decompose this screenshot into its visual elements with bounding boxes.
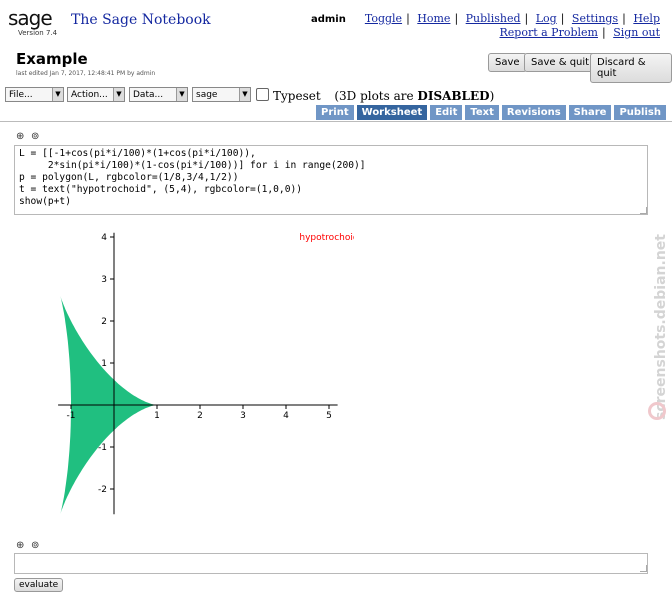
insert-cell-icon[interactable]: ⊕ — [16, 540, 24, 551]
watermark: screenshots.debian.net — [653, 234, 669, 420]
y-tick-label: -1 — [98, 443, 107, 453]
y-tick-label: 2 — [101, 317, 107, 327]
nav-log[interactable]: Log — [536, 12, 557, 25]
nav-toggle[interactable]: Toggle — [365, 12, 402, 25]
chevron-down-icon: ▼ — [176, 88, 187, 101]
last-edited-label: last edited Jan 7, 2017, 12:48:41 PM by … — [16, 70, 156, 77]
chevron-down-icon: ▼ — [239, 88, 250, 101]
evaluate-button[interactable]: evaluate — [14, 578, 64, 592]
view-tabs: Print Worksheet Edit Text Revisions Shar… — [316, 105, 666, 120]
chevron-down-icon: ▼ — [113, 88, 124, 101]
worksheet-title[interactable]: Example — [16, 50, 88, 68]
resize-handle-icon[interactable] — [640, 565, 647, 572]
y-tick-label: 3 — [101, 275, 107, 285]
x-tick-label: -1 — [67, 411, 76, 421]
nav-home[interactable]: Home — [417, 12, 450, 25]
save-button[interactable]: Save — [488, 53, 527, 72]
tab-print[interactable]: Print — [316, 105, 354, 120]
username: admin — [310, 14, 346, 25]
typeset-label: Typeset — [273, 89, 321, 103]
discard-quit-button[interactable]: Discard & quit — [590, 53, 672, 83]
file-menu-label: File... — [9, 90, 33, 100]
x-tick-label: 3 — [240, 411, 246, 421]
toolbar-divider — [0, 121, 672, 122]
tab-worksheet[interactable]: Worksheet — [356, 105, 428, 120]
y-tick-label: -2 — [98, 485, 107, 495]
system-select[interactable]: sage ▼ — [192, 87, 251, 102]
x-tick-label: 5 — [326, 411, 332, 421]
insert-cell-icon[interactable]: ⊕ — [16, 131, 24, 142]
typeset-toggle[interactable]: Typeset (3D plots are DISABLED) — [256, 88, 494, 103]
insert-text-icon[interactable]: ⊚ — [31, 131, 39, 142]
top-nav: admin Toggle | Home | Published | Log | Sett… — [310, 12, 660, 39]
version-label: Version 7.4 — [18, 29, 58, 37]
data-menu-label: Data... — [133, 90, 164, 100]
y-tick-label: 1 — [101, 359, 107, 369]
data-menu[interactable]: Data... ▼ — [129, 87, 188, 102]
resize-handle-icon[interactable] — [640, 207, 647, 214]
system-select-label: sage — [196, 90, 218, 100]
x-tick-label: 1 — [154, 411, 160, 421]
debian-swirl-icon — [648, 402, 666, 420]
nav-sign-out[interactable]: Sign out — [613, 26, 660, 39]
typeset-checkbox[interactable] — [256, 88, 269, 101]
action-menu[interactable]: Action... ▼ — [67, 87, 125, 102]
chevron-down-icon: ▼ — [52, 88, 63, 101]
nav-settings[interactable]: Settings — [572, 12, 618, 25]
sage-logo[interactable]: sage — [8, 6, 53, 30]
x-tick-label: 4 — [283, 411, 289, 421]
tab-publish[interactable]: Publish — [614, 105, 666, 120]
file-menu[interactable]: File... ▼ — [5, 87, 64, 102]
nav-help[interactable]: Help — [633, 12, 660, 25]
empty-cell-input[interactable] — [14, 553, 648, 574]
action-menu-label: Action... — [71, 90, 108, 100]
app-title[interactable]: The Sage Notebook — [71, 12, 211, 28]
nav-report-problem[interactable]: Report a Problem — [500, 26, 598, 39]
tab-edit[interactable]: Edit — [430, 105, 463, 120]
save-quit-button[interactable]: Save & quit — [524, 53, 597, 72]
nav-published[interactable]: Published — [466, 12, 521, 25]
tab-revisions[interactable]: Revisions — [501, 105, 566, 120]
tab-text[interactable]: Text — [465, 105, 499, 120]
plot-output: -1 1 2 3 4 5 -2 -1 1 2 3 4 hypotrochoid — [58, 232, 354, 515]
insert-text-icon[interactable]: ⊚ — [31, 540, 39, 551]
cell-input[interactable]: L = [[-1+cos(pi*i/100)*(1+cos(pi*i/100))… — [14, 145, 648, 215]
y-tick-label: 4 — [101, 233, 107, 243]
svg-text:screenshots.debian.net: screenshots.debian.net — [653, 234, 669, 420]
x-tick-label: 2 — [197, 411, 203, 421]
plot-annotation: hypotrochoid — [299, 233, 354, 243]
tab-share[interactable]: Share — [568, 105, 612, 120]
plots-note: (3D plots are DISABLED) — [334, 89, 495, 103]
